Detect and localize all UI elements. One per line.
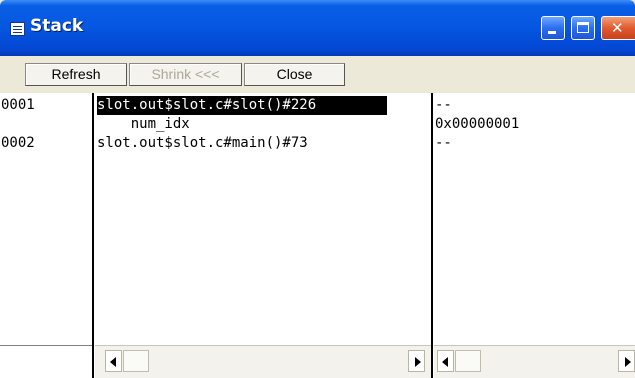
- title-bar[interactable]: Stack ✕: [0, 0, 635, 56]
- scroll-right-button[interactable]: [618, 350, 635, 372]
- scroll-left-button[interactable]: [105, 350, 122, 372]
- scroll-left-button[interactable]: [437, 350, 454, 372]
- stack-panes: 0001 0002 slot.out$slot.c#slot()#226 num…: [0, 93, 635, 378]
- close-icon: ✕: [611, 19, 624, 37]
- list-window-icon[interactable]: [10, 22, 25, 36]
- maximize-icon: [577, 22, 589, 33]
- frame-name[interactable]: slot.out$slot.c#main()#73: [97, 134, 308, 153]
- scroll-right-button[interactable]: [408, 350, 425, 372]
- frame-value: 0x00000001: [435, 116, 520, 132]
- close-window-button[interactable]: ✕: [601, 16, 635, 40]
- refresh-button[interactable]: Refresh: [25, 63, 127, 86]
- frame-number-pane[interactable]: 0001 0002: [0, 93, 94, 378]
- scroll-thumb[interactable]: [455, 350, 481, 372]
- horizontal-scrollbar[interactable]: [434, 345, 635, 378]
- minimize-button[interactable]: [541, 16, 565, 40]
- window-title: Stack: [30, 16, 84, 36]
- scroll-thumb[interactable]: [123, 350, 149, 372]
- frame-number: 0001: [1, 97, 35, 113]
- maximize-button[interactable]: [571, 16, 595, 40]
- arrow-left-icon: [442, 357, 448, 367]
- horizontal-scrollbar[interactable]: [95, 345, 431, 378]
- arrow-left-icon: [110, 357, 116, 367]
- frame-value-pane[interactable]: -- 0x00000001 --: [434, 93, 635, 378]
- close-button[interactable]: Close: [244, 63, 345, 86]
- frame-value: --: [435, 97, 452, 113]
- frame-number: 0002: [1, 135, 35, 151]
- shrink-button[interactable]: Shrink <<<: [129, 63, 242, 86]
- frame-name-selected[interactable]: slot.out$slot.c#slot()#226: [97, 96, 387, 115]
- stack-window: Stack ✕ Refresh Shrink <<< Close 0001 00…: [0, 0, 635, 378]
- frame-value: --: [435, 135, 452, 151]
- status-box: [0, 345, 92, 378]
- frame-name-pane[interactable]: slot.out$slot.c#slot()#226 num_idx slot.…: [95, 93, 433, 378]
- arrow-right-icon: [415, 357, 421, 367]
- arrow-right-icon: [625, 357, 631, 367]
- minimize-icon: [548, 31, 556, 34]
- frame-name[interactable]: num_idx: [97, 115, 190, 134]
